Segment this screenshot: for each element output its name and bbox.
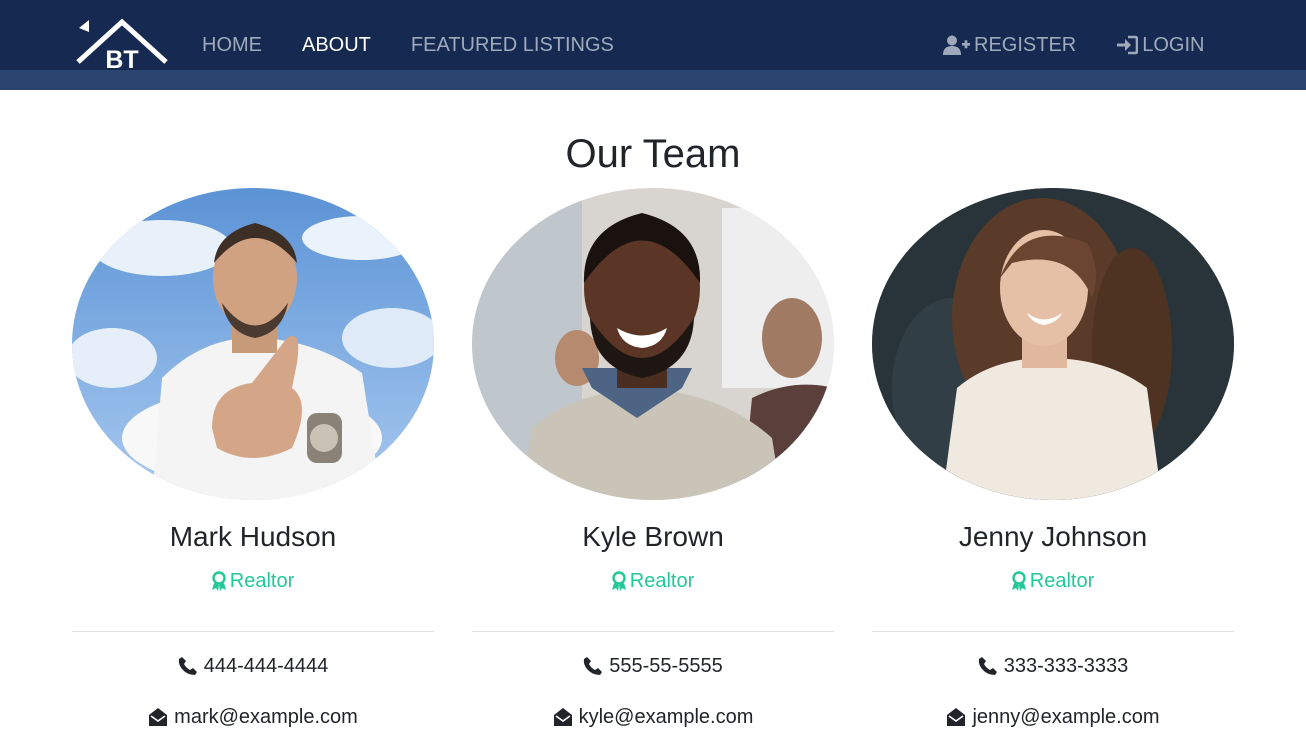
- nav-subbar: [0, 70, 1306, 90]
- award-icon: [611, 571, 626, 591]
- member-name: Jenny Johnson: [958, 521, 1148, 552]
- envelope-open-icon: [149, 708, 168, 726]
- brand-logo[interactable]: BT: [76, 18, 168, 70]
- member-phone[interactable]: 444-444-4444: [72, 654, 434, 678]
- user-plus-icon: [943, 35, 970, 55]
- award-icon: [211, 571, 226, 591]
- award-icon: [1011, 571, 1026, 591]
- member-email-address: mark@example.com: [174, 706, 358, 728]
- nav-featured-listings-link[interactable]: FEATURED LISTINGS: [411, 32, 614, 58]
- auth-nav: REGISTER LOGIN: [943, 32, 1245, 58]
- divider: [872, 631, 1234, 632]
- member-photo: [872, 188, 1234, 500]
- register-label: REGISTER: [974, 34, 1077, 56]
- logo-text: BT: [105, 46, 138, 70]
- divider: [472, 631, 834, 632]
- phone-icon: [584, 657, 603, 675]
- login-label: LOGIN: [1142, 34, 1205, 56]
- member-email[interactable]: jenny@example.com: [872, 705, 1234, 729]
- member-role-label: Realtor: [229, 570, 295, 592]
- phone-icon: [978, 657, 997, 675]
- team-member-card: Mark Hudson Realtor 444-444-4444 mark@ex…: [72, 188, 434, 728]
- member-role-label: Realtor: [629, 570, 695, 592]
- divider: [72, 631, 434, 632]
- member-role: Realtor: [872, 569, 1234, 593]
- member-phone-number: 444-444-4444: [203, 655, 329, 677]
- member-photo: [72, 188, 434, 500]
- member-email-address: kyle@example.com: [578, 706, 754, 728]
- envelope-open-icon: [553, 708, 572, 726]
- register-link[interactable]: REGISTER: [943, 32, 1076, 58]
- navbar: BT HOME ABOUT FEATURED LISTINGS REGISTER…: [0, 0, 1306, 70]
- member-email[interactable]: kyle@example.com: [472, 705, 834, 729]
- member-name: Kyle Brown: [582, 521, 724, 552]
- member-name: Mark Hudson: [169, 521, 337, 552]
- login-link[interactable]: LOGIN: [1116, 32, 1205, 58]
- sign-in-icon: [1117, 35, 1139, 55]
- team-member-card: Jenny Johnson Realtor 333-333-3333 jenny…: [872, 188, 1234, 728]
- member-role: Realtor: [472, 569, 834, 593]
- main-nav: HOME ABOUT FEATURED LISTINGS: [202, 32, 654, 58]
- member-role: Realtor: [72, 569, 434, 593]
- member-phone-number: 333-333-3333: [1003, 655, 1129, 677]
- member-phone-number: 555-55-5555: [609, 655, 723, 677]
- member-photo: [472, 188, 834, 500]
- nav-home-link[interactable]: HOME: [202, 32, 262, 58]
- member-phone[interactable]: 555-55-5555: [472, 654, 834, 678]
- page-title: Our Team: [565, 132, 741, 176]
- team-member-card: Kyle Brown Realtor 555-55-5555 kyle@exam…: [472, 188, 834, 728]
- phone-icon: [178, 657, 197, 675]
- nav-about-link[interactable]: ABOUT: [302, 32, 371, 58]
- member-role-label: Realtor: [1029, 570, 1095, 592]
- member-email-address: jenny@example.com: [972, 706, 1160, 728]
- member-phone[interactable]: 333-333-3333: [872, 654, 1234, 678]
- envelope-open-icon: [947, 708, 966, 726]
- member-email[interactable]: mark@example.com: [72, 705, 434, 729]
